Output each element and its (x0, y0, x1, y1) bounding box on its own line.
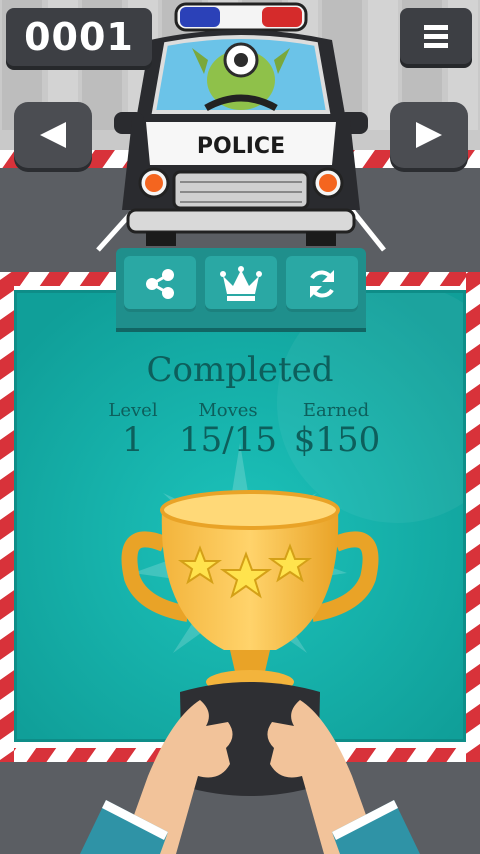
next-level-button[interactable] (390, 102, 468, 168)
move-counter: 0001 (6, 8, 152, 66)
menu-button[interactable] (400, 8, 472, 64)
refresh-icon (310, 270, 334, 298)
previous-level-button[interactable] (14, 102, 92, 168)
counter-value: 0001 (24, 15, 134, 59)
level-label: Level (108, 400, 158, 421)
completed-title: Completed (146, 350, 334, 390)
moves-label: Moves (198, 400, 258, 421)
trophy-illustration (80, 490, 420, 854)
leaderboard-button[interactable] (205, 256, 277, 312)
police-sign: POLICE (197, 134, 285, 159)
crown-icon (220, 266, 262, 301)
right-arrow-icon (416, 122, 442, 148)
share-icon (146, 269, 174, 299)
hamburger-menu-icon (424, 25, 448, 48)
action-bar (116, 248, 366, 328)
restart-button[interactable] (286, 256, 358, 312)
earned-label: Earned (302, 400, 370, 421)
share-button[interactable] (124, 256, 196, 312)
left-arrow-icon (40, 122, 66, 148)
earned-value: $150 (293, 420, 381, 460)
